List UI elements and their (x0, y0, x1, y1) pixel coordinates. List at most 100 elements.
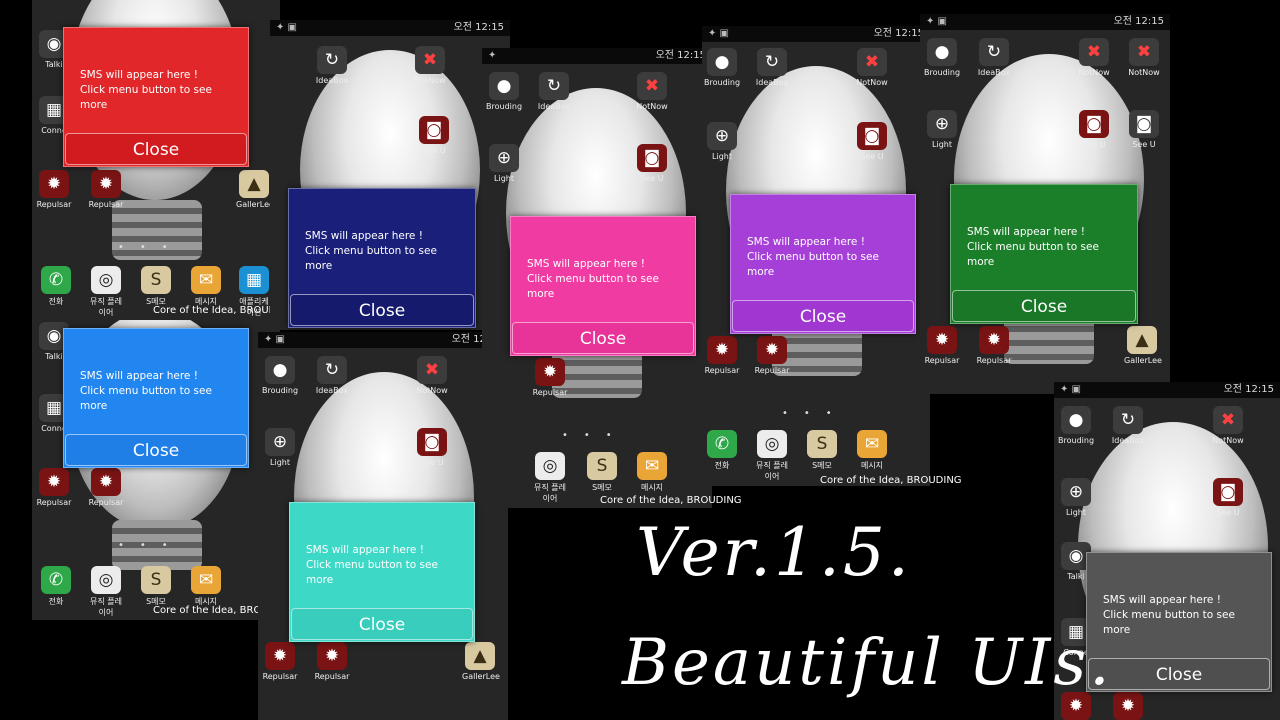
notnow-icon: ✖ (1079, 38, 1109, 66)
dock-apps[interactable]: ▦ 애플리케이션 (236, 266, 272, 317)
app-repulsor-lite[interactable]: ✹ Repulsar (314, 642, 350, 686)
app-galler[interactable]: ▲ GallerLee (1124, 326, 1162, 370)
app-repulsor[interactable]: ✹ Repulsar (532, 358, 568, 402)
screenshot-blue: ◉ Talki ▦ Conne ✹ Repulsar ✹ Repulsar ••• ✆ 전… (32, 320, 280, 620)
dock-memo[interactable]: S S메모 (584, 452, 620, 496)
popup-message: SMS will appear here ! Click menu button … (80, 370, 212, 412)
app-brouding[interactable]: ● Brouding (486, 72, 522, 116)
app-repulsor-lite[interactable]: ✹ Repulsar (976, 326, 1012, 370)
app-repulsor[interactable]: ✹ Repulsar (262, 642, 298, 686)
app-notnow[interactable]: ✖ NotNow (854, 48, 890, 92)
app-notnow[interactable]: ✖ NotNow (1210, 406, 1246, 450)
dock-memo[interactable]: S S메모 (138, 566, 174, 610)
notification-icons: ✦ (488, 50, 497, 61)
app-ideabox[interactable]: ↻ IdeaBox (314, 356, 350, 400)
app-brouding[interactable]: ● Brouding (262, 356, 298, 400)
dock-message[interactable]: ✉ 메시지 (854, 430, 890, 474)
app-repulsor-lite[interactable]: ✹ (1110, 692, 1146, 720)
dock-message[interactable]: ✉ 메시지 (188, 566, 224, 610)
memo-icon: S (587, 452, 617, 480)
app-repulsor-lite[interactable]: ✹ Repulsar (754, 336, 790, 380)
app-seeu[interactable]: ◙ See U (416, 116, 452, 160)
close-button[interactable]: Close (952, 290, 1136, 322)
app-seeu[interactable]: ◙ See U (634, 144, 670, 188)
app-brouding[interactable]: ● Brouding (1058, 406, 1094, 450)
dock-message[interactable]: ✉ 메시지 (634, 452, 670, 496)
app-seeu-2[interactable]: ◙ See U (1126, 110, 1162, 154)
app-brouding[interactable]: ● Brouding (924, 38, 960, 82)
memo-icon: S (807, 430, 837, 458)
close-button[interactable]: Close (732, 300, 914, 332)
dock-phone[interactable]: ✆ 전화 (38, 266, 74, 310)
repulsor-lite-icon: ✹ (979, 326, 1009, 354)
app-light[interactable]: ⊕ Light (924, 110, 960, 154)
dock-message[interactable]: ✉ 메시지 (188, 266, 224, 310)
app-repulsor[interactable]: ✹ Repulsar (36, 468, 72, 512)
close-button[interactable]: Close (1088, 658, 1270, 690)
app-repulsor-lite[interactable]: ✹ Repulsar (88, 170, 124, 214)
popup-message: SMS will appear here ! Click menu button … (80, 69, 212, 111)
crosshair-icon: ⊕ (1061, 478, 1091, 506)
dock-memo[interactable]: S S메모 (138, 266, 174, 310)
dock-memo[interactable]: S S메모 (804, 430, 840, 474)
ideabox-icon: ↻ (539, 72, 569, 100)
app-notnow[interactable]: ✖ NotNow (634, 72, 670, 116)
app-ideabox[interactable]: ↻ IdeaBox (754, 48, 790, 92)
app-ideabox[interactable]: ↻ IdeaBox (314, 46, 350, 90)
app-repulsor[interactable]: ✹ Repulsar (704, 336, 740, 380)
notnow-icon: ✖ (417, 356, 447, 384)
bulb-icon: ● (927, 38, 957, 66)
status-bar: ✦ ▣ 오전 12:15 (270, 20, 510, 36)
status-bar: ✦ ▣ 오전 12:15 (258, 332, 508, 348)
memo-icon: S (141, 566, 171, 594)
app-galler[interactable]: ▲ GallerLee (236, 170, 274, 214)
dock-phone[interactable]: ✆ 전화 (704, 430, 740, 474)
app-ideabox[interactable]: ↻ IdeaBox (536, 72, 572, 116)
bulb-icon: ● (265, 356, 295, 384)
app-repulsor[interactable]: ✹ Repulsar (924, 326, 960, 370)
message-icon: ✉ (857, 430, 887, 458)
close-button[interactable]: Close (291, 608, 473, 640)
app-repulsor-lite[interactable]: ✹ Repulsar (88, 468, 124, 512)
app-light[interactable]: ⊕ Light (262, 428, 298, 472)
camera-icon: ◙ (417, 428, 447, 456)
dock-music[interactable]: ◎ 뮤직 플레이어 (754, 430, 790, 481)
app-light[interactable]: ⊕ Light (1058, 478, 1094, 522)
close-button[interactable]: Close (512, 322, 694, 354)
dock-music[interactable]: ◎ 뮤직 플레이어 (88, 566, 124, 617)
sms-popup-teal: SMS will appear here ! Click menu button … (289, 502, 475, 642)
popup-message: SMS will appear here ! Click menu button … (1103, 594, 1235, 636)
app-notnow[interactable]: ✖ NotNow (1076, 38, 1112, 82)
app-seeu[interactable]: ◙ See U (1210, 478, 1246, 522)
app-light[interactable]: ⊕ Light (704, 122, 740, 166)
app-notnow[interactable]: ✖ NotNow (414, 356, 450, 400)
phone-icon: ✆ (41, 566, 71, 594)
dock-phone[interactable]: ✆ 전화 (38, 566, 74, 610)
page-indicator: ••• (782, 408, 848, 419)
sms-popup-blue: SMS will appear here ! Click menu button … (63, 328, 249, 468)
app-repulsor[interactable]: ✹ Repulsar (36, 170, 72, 214)
repulsor-lite-icon: ✹ (91, 468, 121, 496)
app-galler[interactable]: ▲ GallerLee (462, 642, 500, 686)
close-button[interactable]: Close (65, 434, 247, 466)
status-bar: ✦ 오전 12:15 (482, 48, 712, 64)
page-indicator: ••• (118, 242, 184, 253)
app-seeu[interactable]: ◙ See U (854, 122, 890, 166)
app-light[interactable]: ⊕ Light (486, 144, 522, 188)
app-notnow[interactable]: ✖ NotNow (412, 46, 448, 90)
app-notnow-2[interactable]: ✖ NotNow (1126, 38, 1162, 82)
app-ideabox[interactable]: ↻ IdeaBox (1110, 406, 1146, 450)
app-seeu[interactable]: ◙ See U (1076, 110, 1112, 154)
close-button[interactable]: Close (290, 294, 474, 326)
galler-icon: ▲ (1127, 326, 1157, 354)
dock-music[interactable]: ◎ 뮤직 플레이어 (532, 452, 568, 503)
dock-music[interactable]: ◎ 뮤직 플레이어 (88, 266, 124, 317)
popup-message: SMS will appear here ! Click menu button … (527, 258, 659, 300)
close-button[interactable]: Close (65, 133, 247, 165)
memo-icon: S (141, 266, 171, 294)
app-ideabox[interactable]: ↻ IdeaBox (976, 38, 1012, 82)
app-brouding[interactable]: ● Brouding (704, 48, 740, 92)
notification-icons: ✦ ▣ (1060, 384, 1082, 395)
screenshot-green: ✦ ▣ 오전 12:15 ● Brouding ↻ IdeaBox ✖ NotNow ✖… (920, 14, 1170, 394)
app-seeu[interactable]: ◙ See U (414, 428, 450, 472)
